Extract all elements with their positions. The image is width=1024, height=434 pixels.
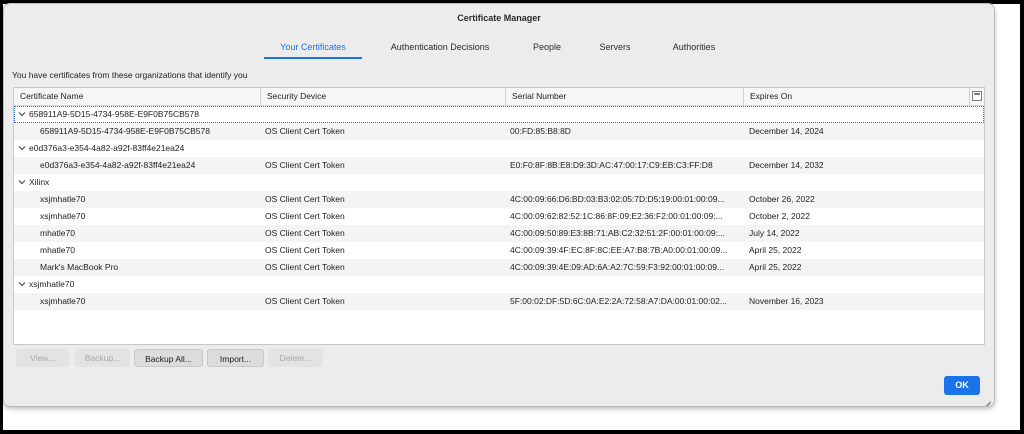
serial-number: 4C:00:09:62:82:52:1C:86:8F:09:E2:36:F2:0… bbox=[510, 211, 723, 221]
security-device: OS Client Cert Token bbox=[265, 262, 345, 272]
column-certificate-name[interactable]: Certificate Name bbox=[14, 88, 261, 105]
certificates-table[interactable]: Certificate Name Security Device Serial … bbox=[13, 87, 985, 345]
tab-authentication-decisions[interactable]: Authentication Decisions bbox=[385, 40, 495, 60]
expires-on: December 14, 2032 bbox=[749, 160, 824, 170]
group-name: xsjmhatle70 bbox=[29, 279, 75, 289]
group-name: 658911A9-5D15-4734-958E-E9F0B75CB578 bbox=[29, 109, 199, 119]
table-row[interactable]: mhatle70 OS Client Cert Token 4C:00:09:39:… bbox=[14, 242, 984, 259]
cert-name: Mark's MacBook Pro bbox=[40, 262, 119, 272]
table-row[interactable]: xsjmhatle70 OS Client Cert Token 4C:00:09:… bbox=[14, 191, 984, 208]
frame-right bbox=[1020, 0, 1024, 434]
serial-number: 4C:00:09:66:D6:BD:03:B3:02:05:7D:D5:19:0… bbox=[510, 194, 725, 204]
expires-on: December 14, 2024 bbox=[749, 126, 824, 136]
cert-name: xsjmhatle70 bbox=[40, 296, 86, 306]
frame-left bbox=[0, 0, 3, 434]
security-device: OS Client Cert Token bbox=[265, 228, 345, 238]
table-header: Certificate Name Security Device Serial … bbox=[14, 88, 984, 106]
serial-number: 4C:00:09:50:89:E3:8B:71:AB:C2:32:51:2F:0… bbox=[510, 228, 726, 238]
cert-name: 658911A9-5D15-4734-958E-E9F0B75CB578 bbox=[40, 126, 210, 136]
cert-name: mhatle70 bbox=[40, 228, 75, 238]
column-serial-number[interactable]: Serial Number bbox=[506, 88, 744, 105]
security-device: OS Client Cert Token bbox=[265, 126, 345, 136]
column-picker-icon[interactable] bbox=[972, 91, 982, 101]
group-row[interactable]: xsjmhatle70 bbox=[14, 276, 984, 293]
group-name: Xilinx bbox=[29, 177, 50, 187]
window-title: Certificate Manager bbox=[457, 13, 541, 23]
tab-servers[interactable]: Servers bbox=[596, 40, 634, 60]
security-device: OS Client Cert Token bbox=[265, 211, 345, 221]
tab-your-certificates[interactable]: Your Certificates bbox=[264, 40, 362, 60]
expires-on: October 26, 2022 bbox=[749, 194, 815, 204]
view-button[interactable]: View... bbox=[16, 349, 69, 367]
delete-button[interactable]: Delete... bbox=[268, 349, 323, 367]
backup-button[interactable]: Backup... bbox=[75, 349, 130, 367]
group-name: e0d376a3-e354-4a82-a92f-83ff4e21ea24 bbox=[29, 143, 185, 153]
serial-number: 4C:00:09:39:4E:09:AD:6A:A2:7C:59:F3:92:0… bbox=[510, 262, 725, 272]
security-device: OS Client Cert Token bbox=[265, 296, 345, 306]
table-row[interactable]: Mark's MacBook Pro OS Client Cert Token 4C… bbox=[14, 259, 984, 276]
security-device: OS Client Cert Token bbox=[265, 160, 345, 170]
expires-on: July 14, 2022 bbox=[749, 228, 800, 238]
table-row[interactable]: 658911A9-5D15-4734-958E-E9F0B75CB578 OS C… bbox=[14, 123, 984, 140]
expires-on: April 25, 2022 bbox=[749, 262, 802, 272]
table-row[interactable]: xsjmhatle70 OS Client Cert Token 5F:00:02:… bbox=[14, 293, 984, 310]
column-security-device[interactable]: Security Device bbox=[261, 88, 506, 105]
table-row[interactable]: mhatle70 OS Client Cert Token 4C:00:09:50:… bbox=[14, 225, 984, 242]
security-device: OS Client Cert Token bbox=[265, 194, 345, 204]
description-text: You have certificates from these organiz… bbox=[12, 70, 248, 80]
column-expires-on[interactable]: Expires On bbox=[744, 88, 970, 105]
cert-name: mhatle70 bbox=[40, 245, 75, 255]
cert-name: xsjmhatle70 bbox=[40, 194, 86, 204]
import-button[interactable]: Import... bbox=[207, 349, 264, 367]
resize-grip-icon[interactable] bbox=[982, 393, 991, 402]
tab-authorities[interactable]: Authorities bbox=[668, 40, 720, 60]
security-device: OS Client Cert Token bbox=[265, 245, 345, 255]
group-row[interactable]: 658911A9-5D15-4734-958E-E9F0B75CB578 bbox=[14, 106, 984, 123]
serial-number: E0:F0:8F:8B:E8:D9:3D:AC:47:00:17:C9:EB:C… bbox=[510, 160, 713, 170]
serial-number: 00:FD:85:B8:8D bbox=[510, 126, 571, 136]
table-row[interactable]: xsjmhatle70 OS Client Cert Token 4C:00:09:… bbox=[14, 208, 984, 225]
ok-button[interactable]: OK bbox=[944, 376, 980, 395]
frame-bottom bbox=[0, 430, 1024, 434]
group-row[interactable]: Xilinx bbox=[14, 174, 984, 191]
expires-on: April 25, 2022 bbox=[749, 245, 802, 255]
tab-bar: Your Certificates Authentication Decisio… bbox=[4, 40, 994, 62]
group-row[interactable]: e0d376a3-e354-4a82-a92f-83ff4e21ea24 bbox=[14, 140, 984, 157]
certificate-manager-window: Certificate Manager Your Certificates Au… bbox=[4, 4, 994, 406]
serial-number: 4C:00:09:39:4F:EC:8F:8C:EE:A7:B8:7B:A0:0… bbox=[510, 245, 728, 255]
backup-all-button[interactable]: Backup All... bbox=[134, 349, 203, 367]
serial-number: 5F:00:02:DF:5D:6C:0A:E2:2A:72:58:A7:DA:0… bbox=[510, 296, 727, 306]
cert-name: e0d376a3-e354-4a82-a92f-83ff4e21ea24 bbox=[40, 160, 196, 170]
expires-on: October 2, 2022 bbox=[749, 211, 810, 221]
tab-people[interactable]: People bbox=[530, 40, 564, 60]
table-row[interactable]: e0d376a3-e354-4a82-a92f-83ff4e21ea24 OS C… bbox=[14, 157, 984, 174]
expires-on: November 16, 2023 bbox=[749, 296, 824, 306]
cert-name: xsjmhatle70 bbox=[40, 211, 86, 221]
